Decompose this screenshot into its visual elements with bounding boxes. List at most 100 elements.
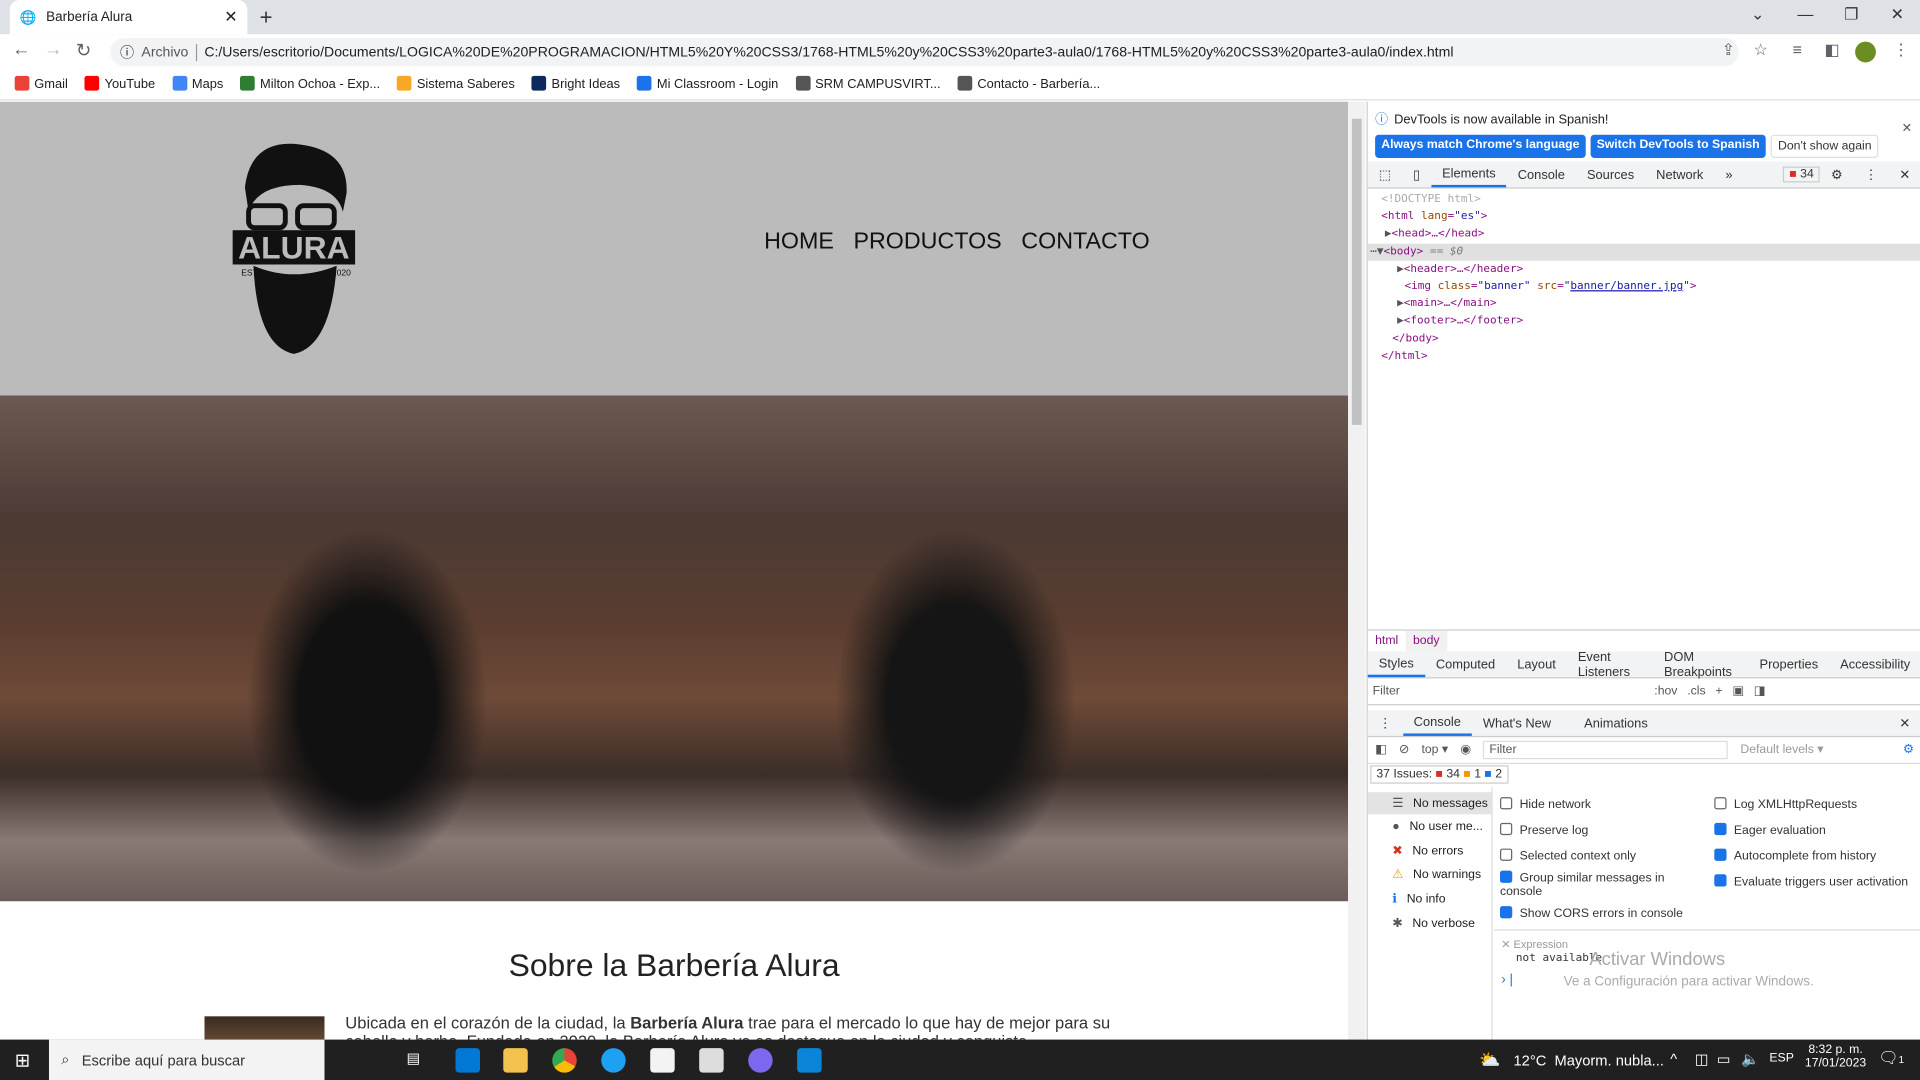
bookmark-item[interactable]: SRM CAMPUSVIRT... — [795, 75, 941, 92]
checkbox[interactable] — [1500, 870, 1513, 883]
console-option[interactable]: Selected context only — [1500, 848, 1696, 863]
tab-sources[interactable]: Sources — [1576, 162, 1645, 188]
star-icon[interactable]: ☆ — [1753, 40, 1767, 60]
camera-icon[interactable]: ◫ — [1695, 1051, 1709, 1068]
browser-tab[interactable]: 🌐 Barbería Alura ✕ — [9, 0, 248, 35]
clock[interactable]: 8:32 p. m. 17/01/2023 — [1805, 1043, 1866, 1070]
tab-search-icon[interactable]: ⌄ — [1751, 5, 1764, 25]
tab-elements[interactable]: Elements — [1431, 162, 1507, 188]
close-window-button[interactable]: ✕ — [1891, 5, 1904, 25]
styles-tab[interactable]: Accessibility — [1829, 651, 1920, 677]
console-sidebar-item[interactable]: ℹ No info — [1368, 888, 1493, 910]
console-option[interactable]: Evaluate triggers user activation — [1714, 874, 1910, 889]
context-select[interactable]: top ▾ — [1421, 743, 1448, 756]
issues-badge[interactable]: 37 Issues: ■ 34 ■ 1 ■ 2 — [1370, 765, 1509, 784]
console-option[interactable]: Preserve log — [1500, 822, 1696, 838]
more-tabs-icon[interactable]: » — [1714, 162, 1743, 188]
menu-icon[interactable]: ⋮ — [1893, 40, 1909, 60]
checkbox[interactable] — [1714, 822, 1727, 836]
bookmark-item[interactable]: Contacto - Barbería... — [957, 75, 1100, 92]
tab-console[interactable]: Console — [1507, 162, 1576, 188]
console-prompt[interactable]: › | — [1501, 972, 1513, 987]
console-filter-input[interactable]: Filter — [1483, 740, 1729, 760]
switch-language-button[interactable]: Switch DevTools to Spanish — [1590, 134, 1766, 158]
tab-network[interactable]: Network — [1645, 162, 1714, 188]
dont-show-button[interactable]: Don't show again — [1770, 134, 1879, 158]
clear-console-icon[interactable]: ⊘ — [1399, 743, 1409, 756]
styles-filter-input[interactable]: Filter — [1373, 684, 1645, 697]
new-tab-button[interactable]: + — [260, 5, 273, 31]
tray-chevron-icon[interactable]: ^ — [1670, 1051, 1677, 1068]
bookmark-item[interactable]: Sistema Saberes — [397, 75, 515, 92]
restore-button[interactable]: ❐ — [1844, 5, 1858, 25]
console-sidebar-item[interactable]: ☰ No messages — [1367, 792, 1493, 815]
forward-icon[interactable]: → — [44, 39, 62, 60]
checkbox[interactable] — [1714, 848, 1727, 861]
language-indicator[interactable]: ESP — [1769, 1052, 1794, 1065]
mail-icon[interactable] — [455, 1048, 481, 1073]
drawer-tab-animations[interactable]: Animations — [1562, 710, 1659, 736]
sidebar-toggle-icon[interactable]: ◧ — [1375, 743, 1387, 756]
drawer-menu-icon[interactable]: ⋮ — [1368, 710, 1403, 736]
bookmark-item[interactable]: Bright Ideas — [531, 75, 620, 92]
drawer-tab-whats-new[interactable]: What's New — [1472, 710, 1562, 736]
levels-select[interactable]: Default levels ▾ — [1740, 743, 1823, 756]
settings-icon[interactable]: ⚙ — [1820, 162, 1854, 188]
bookmark-item[interactable]: Mi Classroom - Login — [637, 75, 778, 92]
add-rule-icon[interactable]: + — [1715, 684, 1722, 697]
checkbox[interactable] — [1500, 848, 1513, 861]
close-tab-icon[interactable]: ✕ — [224, 7, 237, 27]
drawer-tab-console[interactable]: Console — [1402, 710, 1472, 736]
avatar[interactable] — [1855, 41, 1876, 63]
styles-tab[interactable]: Properties — [1749, 651, 1830, 677]
console-option[interactable]: Autocomplete from history — [1714, 848, 1910, 863]
back-icon[interactable]: ← — [12, 39, 30, 60]
styles-tab[interactable]: DOM Breakpoints — [1653, 650, 1748, 679]
app-icon[interactable] — [699, 1048, 724, 1073]
notifications-icon[interactable]: 🗨1 — [1878, 1048, 1904, 1068]
nav-contacto[interactable]: CONTACTO — [1021, 229, 1149, 256]
styles-tab[interactable]: Layout — [1506, 651, 1567, 677]
console-sidebar-item[interactable]: ⚠ No warnings — [1368, 864, 1493, 886]
address-bar[interactable]: ⓘ Archivo C:/Users/escritorio/Documents/LO… — [110, 37, 1739, 67]
close-devtools-icon[interactable]: ✕ — [1888, 162, 1920, 188]
match-language-button[interactable]: Always match Chrome's language — [1375, 134, 1586, 158]
bookmark-item[interactable]: Gmail — [14, 75, 68, 92]
checkbox[interactable] — [1714, 797, 1727, 810]
side-panel-icon[interactable]: ◧ — [1824, 40, 1839, 60]
kebab-icon[interactable]: ⋮ — [1853, 162, 1888, 188]
chrome-icon[interactable] — [552, 1048, 577, 1073]
file-explorer-icon[interactable] — [503, 1048, 528, 1073]
remove-expression-icon[interactable]: ✕ — [1501, 938, 1510, 950]
close-drawer-icon[interactable]: ✕ — [1888, 710, 1920, 736]
console-settings-icon[interactable]: ⚙ — [1903, 743, 1914, 756]
checkbox[interactable] — [1500, 906, 1513, 919]
url-text[interactable]: C:/Users/escritorio/Documents/LOGICA%20D… — [204, 45, 1453, 60]
bookmark-item[interactable]: Maps — [172, 75, 223, 92]
styles-tab[interactable]: Event Listeners — [1567, 650, 1653, 679]
taskbar-search[interactable]: ⌕ Escribe aquí para buscar — [48, 1039, 325, 1080]
checkbox[interactable] — [1714, 874, 1727, 887]
nav-productos[interactable]: PRODUCTOS — [853, 229, 1001, 256]
styles-tab[interactable]: Computed — [1425, 651, 1506, 677]
console-sidebar-item[interactable]: ● No user me... — [1368, 816, 1493, 838]
cls-button[interactable]: .cls — [1687, 684, 1705, 697]
scrollbar-thumb[interactable] — [1351, 118, 1362, 425]
reload-icon[interactable]: ↻ — [76, 39, 91, 61]
inspect-icon[interactable]: ⬚ — [1368, 162, 1402, 188]
checkbox[interactable] — [1500, 822, 1513, 836]
device-toolbar-icon[interactable]: ▯ — [1402, 162, 1431, 188]
computed-sidebar-icon[interactable]: ◨ — [1754, 684, 1766, 697]
share-icon[interactable]: ⇪ — [1722, 40, 1735, 60]
checkbox[interactable] — [1500, 797, 1513, 810]
store-icon[interactable] — [650, 1048, 675, 1073]
console-option[interactable]: Log XMLHttpRequests — [1714, 797, 1910, 812]
console-option[interactable]: Eager evaluation — [1714, 822, 1910, 838]
eye-icon[interactable]: ◉ — [1460, 743, 1471, 756]
weather-widget[interactable]: 12°C Mayorm. nubla... — [1513, 1052, 1663, 1069]
styles-tab[interactable]: Styles — [1367, 651, 1425, 678]
error-badge[interactable]: ■ 34 — [1783, 166, 1820, 183]
console-option[interactable]: Show CORS errors in console — [1500, 906, 1696, 921]
reading-list-icon[interactable]: ≡ — [1793, 40, 1802, 58]
task-view-icon[interactable]: ▤ — [407, 1049, 421, 1066]
